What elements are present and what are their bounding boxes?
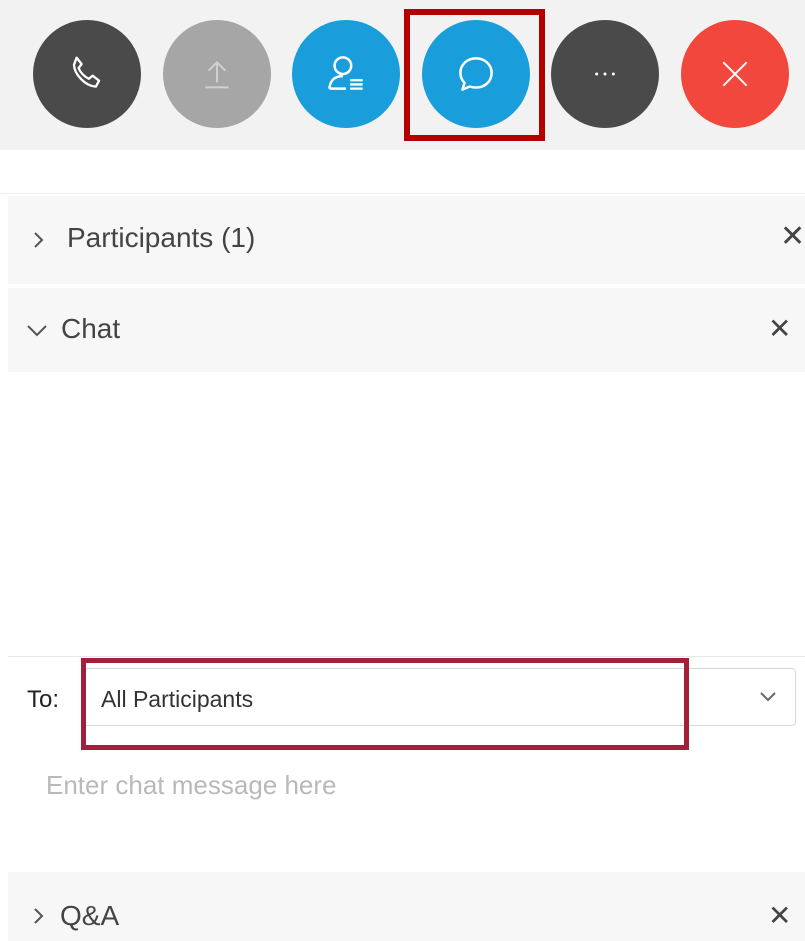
divider bbox=[8, 656, 805, 657]
person-list-icon bbox=[328, 56, 363, 90]
chat-panel-header[interactable]: Chat ✕ bbox=[8, 288, 805, 372]
chevron-down-icon bbox=[27, 325, 47, 337]
audio-button[interactable] bbox=[33, 20, 141, 128]
upload-icon bbox=[205, 60, 229, 89]
recipient-select-highlight bbox=[81, 658, 689, 750]
chat-panel-title: Chat bbox=[61, 313, 121, 344]
share-button[interactable] bbox=[163, 20, 271, 128]
chat-close-icon[interactable]: ✕ bbox=[768, 315, 791, 343]
chevron-right-icon bbox=[34, 232, 44, 248]
chat-message-list bbox=[8, 372, 805, 657]
participants-button[interactable] bbox=[292, 20, 400, 128]
ellipsis-icon bbox=[595, 72, 615, 76]
to-label: To: bbox=[27, 686, 60, 713]
qa-close-icon[interactable]: ✕ bbox=[768, 902, 791, 930]
qa-panel-header[interactable]: Q&A ✕ bbox=[8, 872, 805, 941]
chevron-right-icon bbox=[34, 908, 44, 924]
more-options-button[interactable] bbox=[551, 20, 659, 128]
participants-close-icon[interactable]: ✕ bbox=[780, 222, 805, 252]
chevron-down-icon bbox=[760, 692, 776, 702]
chat-message-input[interactable] bbox=[46, 765, 786, 805]
phone-icon bbox=[72, 56, 101, 88]
close-icon bbox=[722, 61, 748, 87]
divider bbox=[0, 193, 805, 194]
meeting-panel: Participants (1) ✕ Chat ✕ To: All Partic… bbox=[0, 0, 805, 941]
leave-meeting-button[interactable] bbox=[681, 20, 789, 128]
participants-panel-header[interactable]: Participants (1) ✕ bbox=[8, 196, 805, 284]
qa-panel-title: Q&A bbox=[60, 900, 120, 931]
participants-panel-title: Participants (1) bbox=[67, 222, 256, 253]
meeting-toolbar bbox=[0, 0, 805, 150]
chat-button-highlight bbox=[404, 9, 545, 141]
